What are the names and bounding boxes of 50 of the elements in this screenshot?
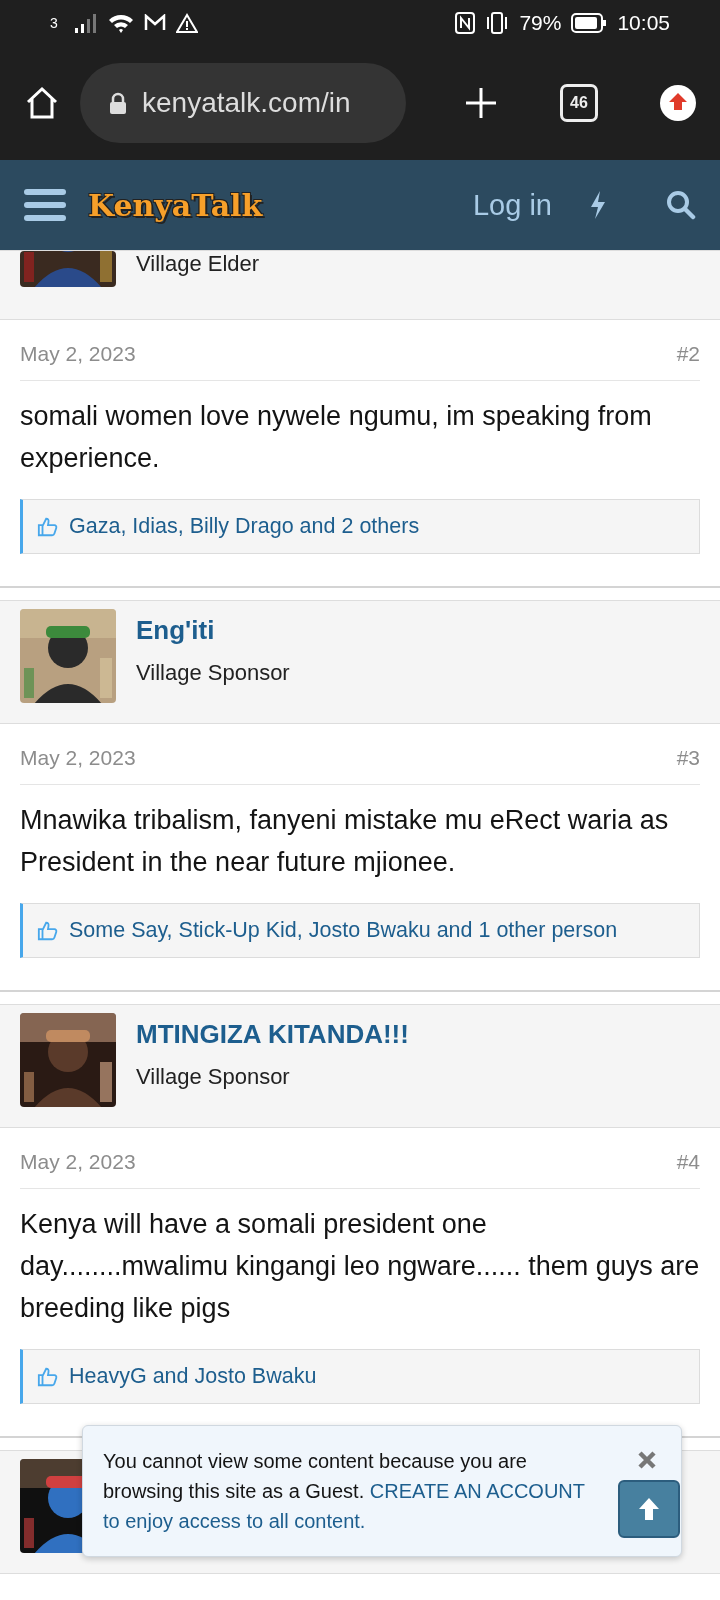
tab-count-button[interactable]: 46 [560,84,598,122]
search-icon[interactable] [666,190,696,220]
likes-bar[interactable]: HeavyG and Josto Bwaku [20,1349,700,1404]
post-text: Mnawika tribalism, fanyeni mistake mu eRect waria as President in the near future mjionee. [19,804,670,879]
post-date[interactable]: May 2, 2023 [20,746,136,770]
address-bar[interactable]: kenyatalk.com/in [80,63,406,143]
battery-percent: 79% [519,11,562,35]
mail-icon [143,14,166,32]
username[interactable]: MTINGIZA KITANDA!!! [136,1019,409,1050]
user-title: Village Elder [136,251,260,277]
clock: 10:05 [617,11,670,35]
site-logo[interactable]: KenyaTalk [88,187,263,223]
likes-bar[interactable]: Gaza, Idias, Billy Drago and 2 others [20,499,700,554]
post-number[interactable]: #3 [676,746,700,770]
user-title: Village Sponsor [136,660,290,686]
likes-text[interactable]: HeavyG and Josto Bwaku [69,1364,317,1389]
vibrate-icon [485,12,510,34]
likes-text[interactable]: Gaza, Idias, Billy Drago and 2 others [69,514,420,539]
home-icon[interactable] [24,85,60,121]
username[interactable]: Eng'iti [136,615,290,646]
lock-icon [108,92,128,114]
create-account-link[interactable]: CREATE AN ACCOUNT [369,1480,585,1502]
nfc-icon [455,12,476,34]
carrier-label: 3 [50,15,58,31]
post-text: somali women love nywele ngumu, im speaking from experience. [19,400,653,475]
close-icon[interactable] [637,1450,657,1470]
create-account-link[interactable]: to enjoy access to all content. [103,1506,366,1536]
post-number[interactable]: #4 [676,1150,700,1174]
login-link[interactable]: Log in [473,188,552,222]
thumbs-up-icon [37,515,59,538]
user-title: Village Sponsor [136,1064,291,1090]
notice-text: You cannot view some content because you are browsing this site as a Guest. CREATE AN ACCOUNT to enjoy access to all content. [103,1446,597,1536]
signal-icon [73,13,98,33]
post-date[interactable]: May 2, 2023 [20,1150,136,1174]
lightning-icon[interactable] [588,190,608,220]
post-text: Kenya will have a somali president one day........mwalimu kingangi leo ngware...... them guys are breeding like pigs [19,1208,701,1325]
scroll-top-button[interactable] [618,1480,680,1538]
warning-icon [175,13,198,33]
thumbs-up-icon [37,1365,59,1388]
new-tab-icon[interactable] [464,86,498,120]
upload-icon[interactable] [660,85,696,121]
thumbs-up-icon [37,919,59,942]
menu-icon[interactable] [24,188,66,222]
wifi-icon [107,12,134,34]
battery-icon [571,13,608,33]
post-number[interactable]: #2 [676,342,700,366]
arrow-up-icon [637,1496,661,1522]
likes-text[interactable]: Some Say, Stick-Up Kid, Josto Bwaku and 1 other person [69,918,618,943]
likes-bar[interactable]: Some Say, Stick-Up Kid, Josto Bwaku and 1 other person [20,903,700,958]
post-date[interactable]: May 2, 2023 [20,342,136,366]
